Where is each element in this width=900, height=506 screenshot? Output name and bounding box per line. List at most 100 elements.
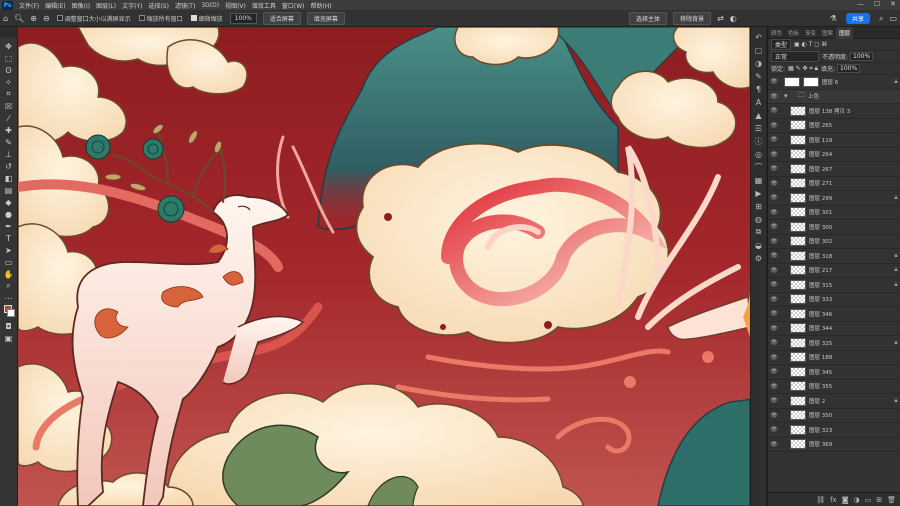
fill-field[interactable]: 100% — [837, 64, 861, 73]
eye-icon[interactable]: 👁︎ — [768, 339, 780, 346]
zoom-tool-icon[interactable]: ⌕ — [2, 280, 16, 292]
history-brush-tool-icon[interactable]: ↺ — [2, 160, 16, 172]
search-icon[interactable]: ⚗ — [830, 14, 837, 23]
layer-row[interactable]: 👁︎ 图层 265 — [768, 119, 900, 133]
folder-icon[interactable]: ▭ — [865, 496, 872, 504]
eye-icon[interactable]: 👁︎ — [768, 397, 780, 404]
eye-icon[interactable]: 👁︎ — [768, 122, 780, 129]
adjustments-icon[interactable]: ◑ — [753, 57, 765, 69]
blur-tool-icon[interactable]: ◆ — [2, 196, 16, 208]
share-button[interactable]: 共享 — [845, 13, 870, 24]
crop-tool-icon[interactable]: ⌗ — [2, 88, 16, 100]
hand-tool-icon[interactable]: ✋ — [2, 268, 16, 280]
menu-window[interactable]: 窗口(W) — [279, 1, 308, 10]
channels-icon[interactable]: ◎ — [753, 148, 765, 160]
filter-kind-select[interactable]: 类型 — [771, 39, 792, 50]
fit-screen-button[interactable]: 适合屏幕 — [262, 11, 301, 25]
eye-icon[interactable]: 👁︎ — [768, 412, 780, 419]
layer-row[interactable]: 👁︎ 图层 301 — [768, 206, 900, 220]
layer-row[interactable]: 👁︎ 图层 355 — [768, 380, 900, 394]
mask-icon[interactable]: ◙ — [842, 496, 849, 504]
screen-mode-icon[interactable]: ▣ — [2, 332, 16, 344]
layer-row[interactable]: 👁︎ 图层 333 — [768, 293, 900, 307]
menu-image[interactable]: 图像(I) — [69, 1, 93, 10]
dodge-tool-icon[interactable]: ● — [2, 208, 16, 220]
marquee-tool-icon[interactable]: ⬚ — [2, 52, 16, 64]
layer-row[interactable]: 👁︎ 图层 271 — [768, 177, 900, 191]
layer-row[interactable]: 👁︎ 图层 318 🔒︎ — [768, 249, 900, 264]
pen-tool-icon[interactable]: ✒ — [2, 220, 16, 232]
workspace-icon[interactable]: ▭ — [889, 14, 897, 23]
adjustment-icon[interactable]: ◑ — [854, 496, 860, 504]
lock-icons[interactable]: ▦ ✎ ✥ ⌗ 🔒︎ — [788, 65, 818, 73]
zoom-tool-icon[interactable]: 🔍︎ — [14, 14, 24, 23]
eye-icon[interactable]: 👁︎ — [768, 136, 780, 143]
minimize-button[interactable]: — — [857, 0, 864, 8]
tab-swatches[interactable]: 色板 — [785, 29, 802, 37]
link-icon[interactable]: ⛓ — [816, 496, 825, 504]
lasso-tool-icon[interactable]: ʘ — [2, 64, 16, 76]
adjust-icon[interactable]: ⇄ — [717, 14, 724, 23]
layer-row[interactable]: 👁︎ 图层 315 🔒︎ — [768, 278, 900, 293]
layer-mask-thumbnail[interactable] — [803, 76, 819, 87]
eye-icon[interactable]: 👁︎ — [768, 426, 780, 433]
fill-screen-button[interactable]: 填充屏幕 — [306, 11, 345, 25]
swatches-icon[interactable]: ▦ — [753, 174, 765, 186]
brush-settings-icon[interactable]: ✎ — [753, 70, 765, 82]
close-button[interactable]: ✕ — [890, 0, 896, 8]
select-subject-button[interactable]: 选择主体 — [629, 12, 668, 25]
trash-icon[interactable]: 🗑︎ — [887, 496, 896, 504]
eye-icon[interactable]: 👁︎ — [768, 93, 780, 100]
eye-icon[interactable]: 👁︎ — [768, 354, 780, 361]
layer-row[interactable]: 👁︎ 图层 188 — [768, 351, 900, 365]
layer-row[interactable]: 👁︎ 图层 264 — [768, 148, 900, 162]
new-layer-icon[interactable]: ⊞ — [876, 496, 882, 504]
eye-icon[interactable]: 👁︎ — [768, 281, 780, 288]
layer-row[interactable]: 👁︎ 图层 323 — [768, 423, 900, 438]
eye-icon[interactable]: 👁︎ — [768, 151, 780, 158]
paragraph-icon[interactable]: ¶ — [753, 83, 765, 95]
frame-tool-icon[interactable]: ☒ — [2, 100, 16, 112]
layer-row[interactable]: 👁︎ 图层 344 — [768, 322, 900, 336]
eye-icon[interactable]: 👁︎ — [768, 223, 780, 230]
clone-stamp-tool-icon[interactable]: ⊥ — [2, 148, 16, 160]
eye-icon[interactable]: 👁︎ — [768, 310, 780, 317]
zoom-all-windows-checkbox[interactable]: 缩放所有窗口 — [138, 14, 183, 23]
layer-row[interactable]: 👁︎ 图层 300 — [768, 220, 900, 235]
zoom-value-field[interactable]: 100% — [229, 12, 257, 24]
path-select-tool-icon[interactable]: ➤ — [2, 244, 16, 256]
layer-row[interactable]: 👁︎ 图层 325 🔒︎ — [768, 336, 900, 351]
filter-icons[interactable]: ▣ ◐ T ◻ ⌘ — [794, 41, 827, 48]
eye-icon[interactable]: 👁︎ — [768, 165, 780, 172]
menu-edit[interactable]: 编辑(E) — [42, 1, 68, 10]
layer-row[interactable]: 👁︎ 图层 2 🔒︎ — [768, 394, 900, 409]
type-tool-icon[interactable]: T — [2, 232, 16, 244]
move-tool-icon[interactable]: ✥ — [2, 40, 16, 52]
history-icon[interactable]: ↶ — [753, 31, 765, 43]
eye-icon[interactable]: 👁︎ — [768, 296, 780, 303]
eye-icon[interactable]: 👁︎ — [768, 194, 780, 201]
brush-tool-icon[interactable]: ✎ — [2, 136, 16, 148]
layer-row[interactable]: 👁︎ 图层 345 — [768, 365, 900, 380]
layer-comps-icon[interactable]: ⧉ — [753, 226, 765, 238]
menu-help[interactable]: 帮助(H) — [308, 1, 335, 10]
navigator-icon[interactable]: ◍ — [753, 213, 765, 225]
menu-select[interactable]: 选择(S) — [145, 1, 172, 10]
layer-row[interactable]: 👁︎ 图层 346 — [768, 307, 900, 322]
zoom-out-icon[interactable]: ⊖ — [43, 14, 50, 23]
settings-icon[interactable]: ⚙ — [753, 252, 765, 264]
character-icon[interactable]: A — [753, 96, 765, 108]
tab-patterns[interactable]: 图案 — [819, 29, 836, 37]
scrubby-zoom-checkbox[interactable]: 细微缩放 — [190, 14, 223, 23]
home-icon[interactable]: ⌂ — [3, 14, 8, 23]
eye-icon[interactable]: 👁︎ — [768, 209, 780, 216]
layer-row[interactable]: 👁︎ 图层 350 — [768, 409, 900, 423]
opacity-field[interactable]: 100% — [850, 52, 874, 61]
zoom-in-icon[interactable]: ⊕ — [30, 14, 37, 23]
contrast-icon[interactable]: ◐ — [730, 14, 737, 23]
layer-row[interactable]: 👁︎ 图层 302 — [768, 235, 900, 249]
eye-icon[interactable]: 👁︎ — [768, 238, 780, 245]
actions-icon[interactable]: ▶ — [753, 187, 765, 199]
layer-row[interactable]: 👁︎ 图层 369 — [768, 438, 900, 452]
color-swatches-icon[interactable] — [2, 304, 16, 320]
